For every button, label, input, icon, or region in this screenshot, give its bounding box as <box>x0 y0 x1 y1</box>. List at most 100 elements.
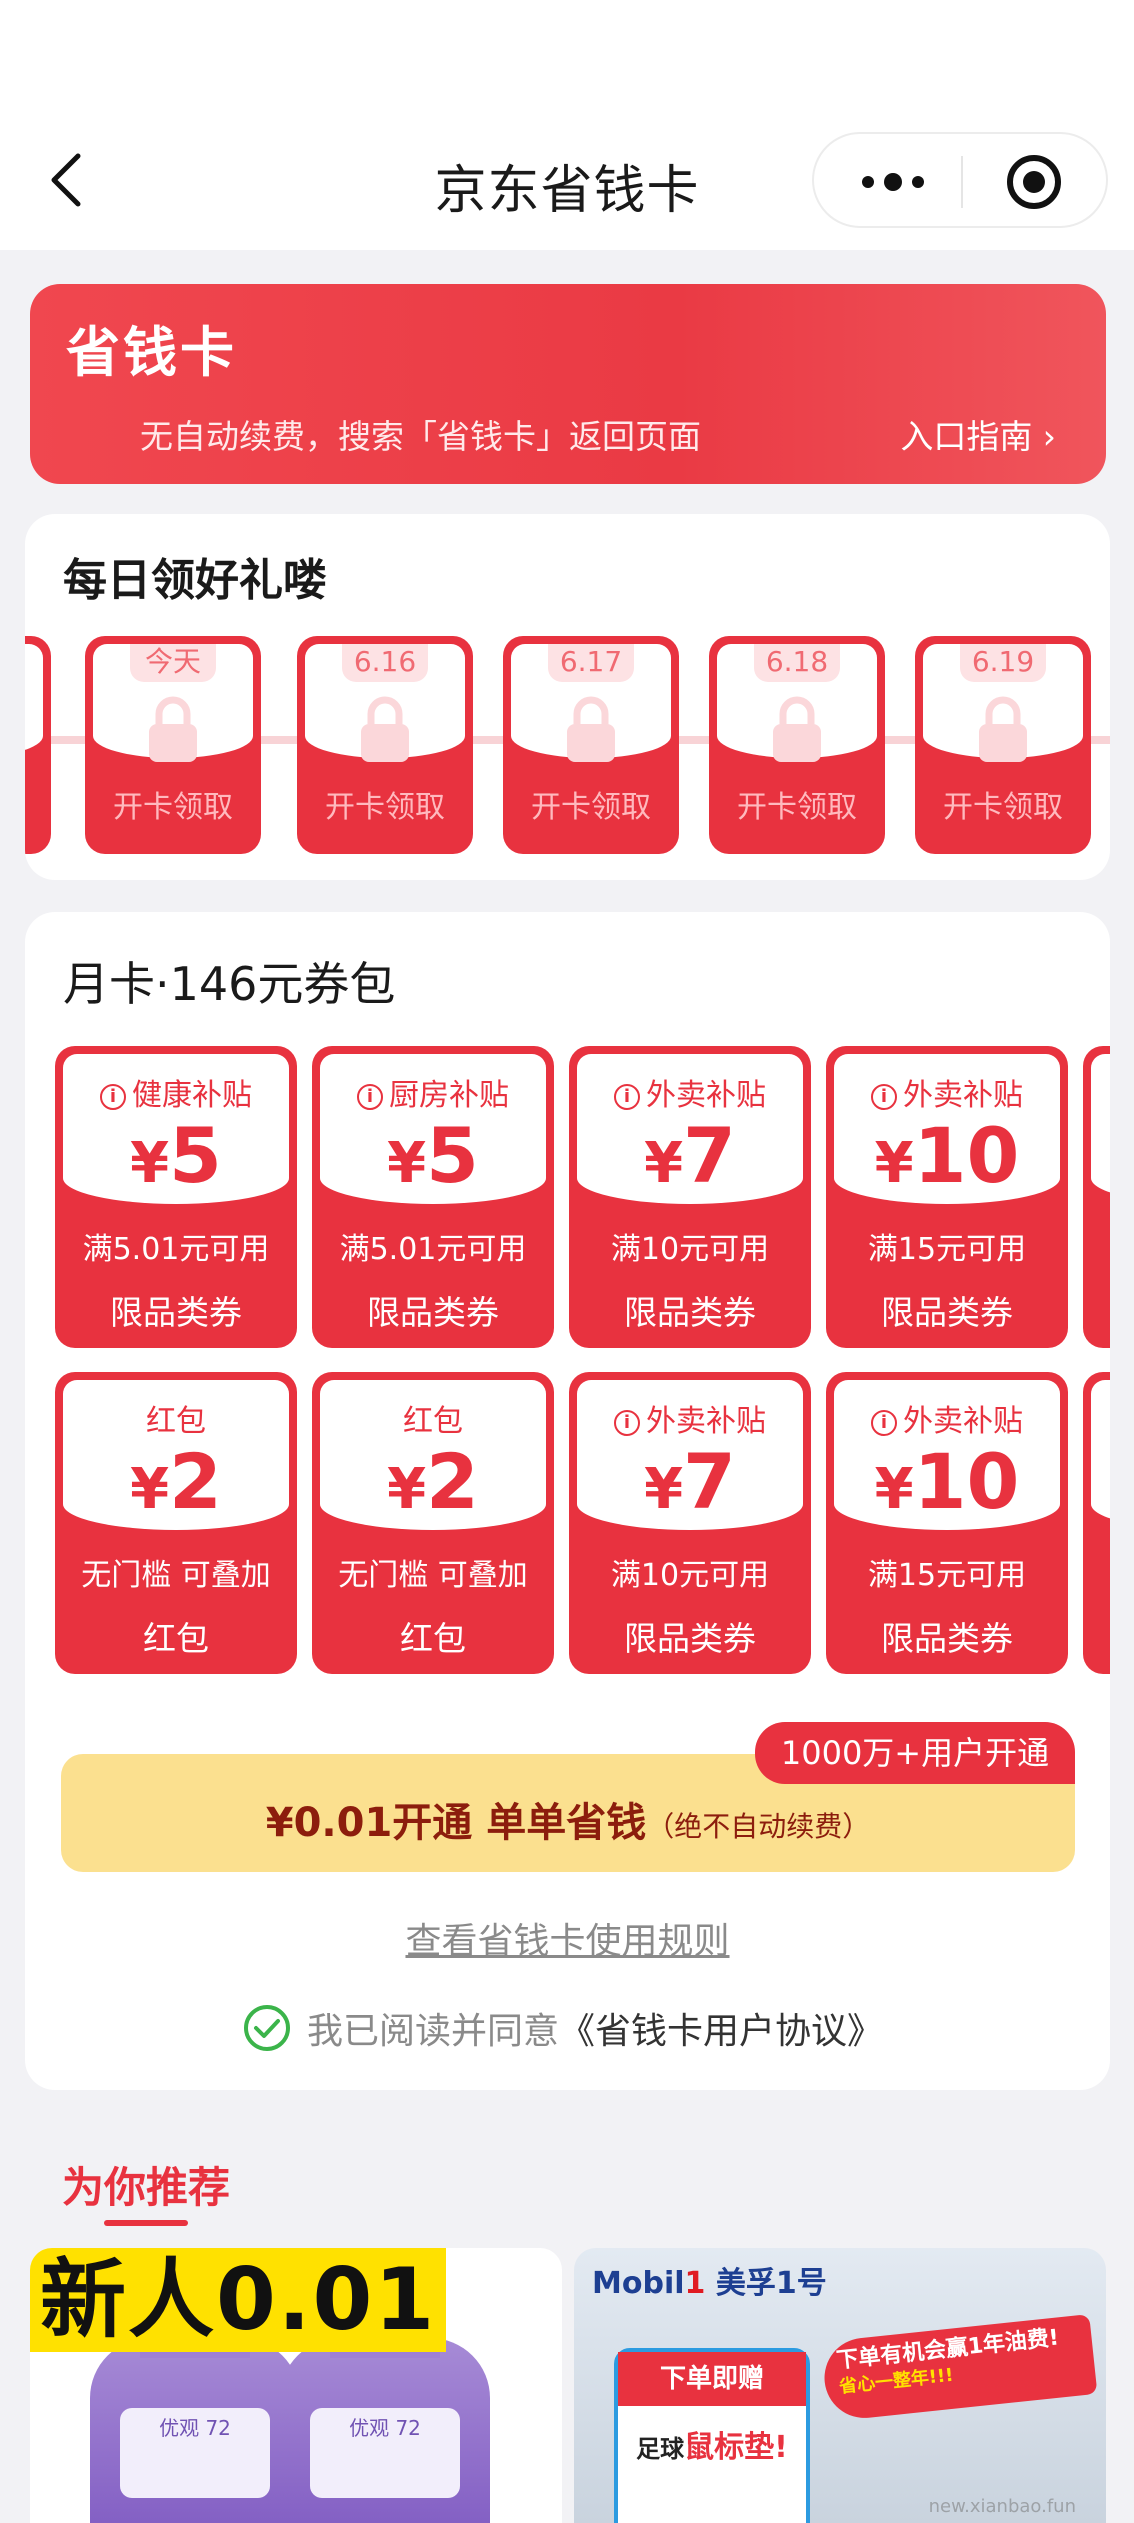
currency-symbol: ¥ <box>130 1131 170 1196</box>
brand-mark: 1 <box>684 2266 706 2301</box>
lock-icon <box>361 696 409 762</box>
coupon-tag: i 健康补贴 <box>55 1070 297 1114</box>
info-icon[interactable]: i <box>100 1084 126 1110</box>
product-card[interactable]: 优观 72 优观 72 新人0.01 <box>30 2248 562 2523</box>
day-card[interactable]: 6.18 开卡领取 <box>709 636 885 854</box>
coupon-card[interactable]: i 厨房补贴 ¥5 满5.01元可用 限品类券 <box>312 1046 554 1348</box>
info-icon[interactable]: i <box>871 1410 897 1436</box>
watermark: new.xianbao.fun <box>928 2496 1076 2517</box>
day-card[interactable]: 6.17 开卡领取 <box>503 636 679 854</box>
coupon-condition: 满15元可用 <box>867 1232 1027 1267</box>
usage-rules-link[interactable]: 查看省钱卡使用规则 <box>25 1912 1110 1964</box>
coupon-card[interactable]: 红包 ¥2 无门槛 可叠加 红包 <box>312 1372 554 1674</box>
more-dots-icon[interactable] <box>858 164 928 200</box>
bottle-label: 优观 72 <box>310 2408 460 2498</box>
coupon-tag: 红包 <box>146 1404 206 1439</box>
info-icon[interactable]: i <box>871 1084 897 1110</box>
day-card-previous <box>25 636 51 854</box>
banner-subtitle: 无自动续费，搜索「省钱卡」返回页面 <box>140 417 701 456</box>
coupon-tag: i 外卖补贴 <box>569 1396 811 1440</box>
day-card[interactable]: 今天 开卡领取 <box>85 636 261 854</box>
coupon-card[interactable]: i 外卖补贴 ¥10 满15元可用 限品类券 <box>826 1046 1068 1348</box>
capsule-divider <box>961 156 963 208</box>
gift-highlight: 鼠标垫! <box>684 2430 788 2465</box>
coupon-kind: 限品类券 <box>624 1293 756 1332</box>
day-card-inner: 6.17 <box>511 644 671 762</box>
bottle-label-brand: 优观 <box>159 2416 200 2440</box>
coupon-card[interactable]: i 健康补贴 ¥5 满5.01元可用 限品类券 <box>55 1046 297 1348</box>
bottle-label: 优观 72 <box>120 2408 270 2498</box>
coupon-amount: ¥2 <box>312 1444 554 1528</box>
coupon-amount: ¥7 <box>569 1118 811 1202</box>
coupon-amount: ¥2 <box>55 1444 297 1528</box>
lock-icon <box>979 696 1027 762</box>
currency-symbol: ¥ <box>387 1131 427 1196</box>
coupon-condition: 满15元可用 <box>867 1558 1027 1593</box>
coupon-kind: 限品类券 <box>367 1293 499 1332</box>
day-date-tag: 6.17 <box>548 644 634 682</box>
currency-symbol: ¥ <box>874 1131 914 1196</box>
coupon-kind: 红包 <box>400 1619 466 1658</box>
bottle-label-brand: 优观 <box>349 2416 390 2440</box>
user-agreement-link[interactable]: 《省钱卡用户协议》 <box>559 2002 883 2054</box>
coupon-tag: i 外卖补贴 <box>826 1396 1068 1440</box>
coupon-card-partial[interactable] <box>1083 1372 1110 1674</box>
lock-icon <box>773 696 821 762</box>
entry-guide-link[interactable]: 入口指南 › <box>900 410 1056 458</box>
day-date-tag: 6.18 <box>754 644 840 682</box>
coupon-value: 5 <box>169 1111 222 1200</box>
day-date-tag: 6.16 <box>342 644 428 682</box>
day-card-inner: 6.16 <box>305 644 465 762</box>
coupon-tag: i 外卖补贴 <box>826 1070 1068 1114</box>
info-icon[interactable]: i <box>357 1084 383 1110</box>
check-circle-icon[interactable] <box>243 2004 291 2052</box>
coupon-card[interactable]: i 外卖补贴 ¥10 满15元可用 限品类券 <box>826 1372 1068 1674</box>
day-claim-label: 开卡领取 <box>325 790 445 825</box>
coupon-amount: ¥10 <box>826 1118 1068 1202</box>
coupon-value: 2 <box>169 1437 222 1526</box>
day-date-tag: 6.19 <box>960 644 1046 682</box>
coupon-amount: ¥10 <box>826 1444 1068 1528</box>
activate-label: ¥0.01开通 单单省钱（绝不自动续费） <box>61 1790 1075 1848</box>
savings-card-banner: 省钱卡 无自动续费，搜索「省钱卡」返回页面 入口指南 › <box>30 284 1106 484</box>
brand-logo: Mobil1 美孚1号 <box>592 2258 827 2302</box>
lock-icon <box>567 696 615 762</box>
activate-note: （绝不自动续费） <box>646 1810 871 1843</box>
coupon-tag-label: 外卖补贴 <box>903 1404 1023 1439</box>
coupon-card[interactable]: i 外卖补贴 ¥7 满10元可用 限品类券 <box>569 1046 811 1348</box>
brand-name: Mobil <box>592 2266 685 2301</box>
coupon-card[interactable]: 红包 ¥2 无门槛 可叠加 红包 <box>55 1372 297 1674</box>
gift-header: 下单即赠 <box>618 2352 806 2406</box>
coupon-value: 10 <box>913 1437 1020 1526</box>
product-card[interactable]: Mobil1 美孚1号 下单即赠 足球鼠标垫! 下单有机会赢1年油费! 省心一整… <box>574 2248 1106 2523</box>
coupon-condition: 满5.01元可用 <box>82 1232 270 1267</box>
info-icon[interactable]: i <box>614 1084 640 1110</box>
monthly-card-section: 月卡·146元券包 i 健康补贴 ¥5 满5.01元可用 限品类券 i 厨房补贴 ¥… <box>25 912 1110 2090</box>
coupon-card[interactable]: i 外卖补贴 ¥7 满10元可用 限品类券 <box>569 1372 811 1674</box>
coupon-value: 5 <box>426 1111 479 1200</box>
recommend-underline <box>104 2220 188 2226</box>
top-nav-bar: 京东省钱卡 <box>0 0 1134 250</box>
coupon-condition: 满10元可用 <box>610 1558 770 1593</box>
coupon-kind: 限品类券 <box>881 1293 1013 1332</box>
day-card[interactable]: 6.19 开卡领取 <box>915 636 1091 854</box>
target-circle-icon[interactable] <box>1004 152 1064 212</box>
coupon-value: 7 <box>683 1437 736 1526</box>
gift-body: 足球鼠标垫! <box>618 2422 806 2466</box>
detergent-bottle-image: 优观 72 <box>90 2308 300 2523</box>
coupon-card-partial[interactable] <box>1083 1046 1110 1348</box>
coupon-condition: 满10元可用 <box>610 1232 770 1267</box>
coupon-condition: 无门槛 可叠加 <box>81 1558 271 1593</box>
coupon-tag-label: 厨房补贴 <box>389 1078 509 1113</box>
brand-cn-name: 美孚1号 <box>715 2266 827 2301</box>
mini-program-capsule <box>812 132 1108 228</box>
day-date-tag: 今天 <box>130 644 216 682</box>
gift-text: 足球 <box>636 2435 685 2463</box>
coupon-kind: 红包 <box>143 1619 209 1658</box>
coupon-kind: 限品类券 <box>881 1619 1013 1658</box>
day-card[interactable]: 6.16 开卡领取 <box>297 636 473 854</box>
lock-icon <box>149 696 197 762</box>
coupon-condition: 满5.01元可用 <box>339 1232 527 1267</box>
info-icon[interactable]: i <box>614 1410 640 1436</box>
coupon-tag-label: 健康补贴 <box>132 1078 252 1113</box>
